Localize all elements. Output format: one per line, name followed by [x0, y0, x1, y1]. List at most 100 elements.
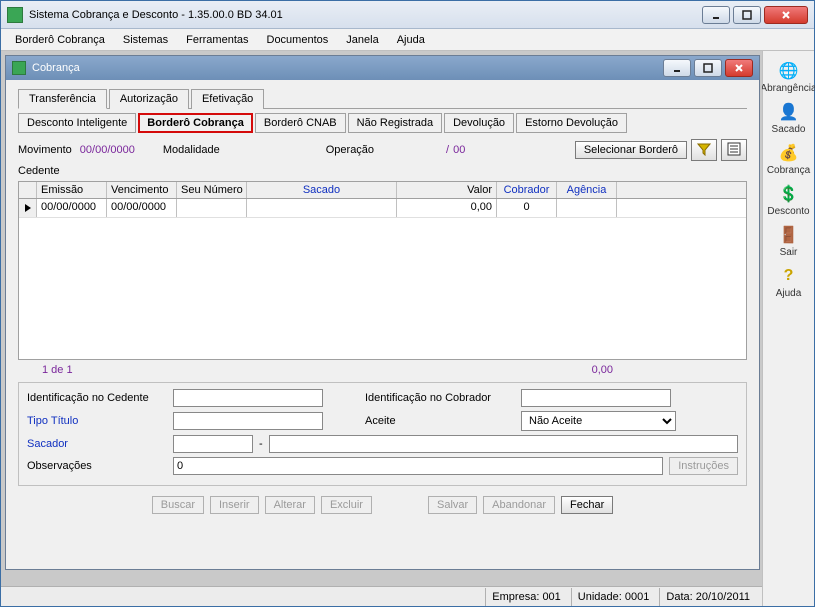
grid-body[interactable]: 00/00/0000 00/00/0000 0,00 0: [19, 199, 746, 359]
abandonar-button: Abandonar: [483, 496, 555, 514]
child-close-button[interactable]: [725, 59, 753, 77]
side-item-cobranca[interactable]: 💰 Cobrança: [767, 143, 811, 176]
fechar-button[interactable]: Fechar: [561, 496, 613, 514]
status-data: Data: 20/10/2011: [659, 588, 756, 606]
exit-icon: 🚪: [779, 225, 799, 245]
sacador-input-a[interactable]: [173, 435, 253, 453]
tab-transferencia[interactable]: Transferência: [18, 89, 107, 109]
status-empresa-value: 001: [542, 591, 560, 603]
status-data-label: Data:: [666, 591, 692, 603]
filter-icon-button[interactable]: [691, 139, 717, 161]
tab2-desconto-inteligente[interactable]: Desconto Inteligente: [18, 113, 136, 133]
col-emissao[interactable]: Emissão: [37, 182, 107, 198]
grid-header: Emissão Vencimento Seu Número Sacado Val…: [19, 182, 746, 199]
menu-documentos[interactable]: Documentos: [259, 31, 337, 49]
child-maximize-button[interactable]: [694, 59, 722, 77]
cell-valor[interactable]: 0,00: [397, 199, 497, 217]
observacoes-input[interactable]: [173, 457, 663, 475]
selecionar-bordero-button[interactable]: Selecionar Borderô: [575, 141, 687, 159]
side-label-abrangencia: Abrangência: [760, 83, 815, 94]
ident-cobrador-label: Identificação no Cobrador: [365, 392, 515, 404]
cell-sacado[interactable]: [247, 199, 397, 217]
child-minimize-button[interactable]: [663, 59, 691, 77]
status-bar: Empresa: 001 Unidade: 0001 Data: 20/10/2…: [1, 586, 762, 606]
ident-cobrador-input[interactable]: [521, 389, 671, 407]
status-data-value: 20/10/2011: [696, 591, 750, 603]
child-body: Transferência Autorização Efetivação Des…: [6, 80, 759, 569]
operacao-value: 00: [453, 144, 465, 156]
aceite-select[interactable]: Não Aceite: [521, 411, 676, 431]
status-unidade-value: 0001: [625, 591, 649, 603]
bottom-button-bar: Buscar Inserir Alterar Excluir Salvar Ab…: [18, 496, 747, 514]
side-label-desconto: Desconto: [767, 206, 809, 217]
cell-seu-numero[interactable]: [177, 199, 247, 217]
status-unidade-label: Unidade:: [578, 591, 622, 603]
operacao-sep: /: [446, 144, 449, 156]
cell-cobrador[interactable]: 0: [497, 199, 557, 217]
totals-count: 1 de 1: [22, 364, 362, 376]
info-row: Movimento 00/00/0000 Modalidade Operação…: [18, 139, 747, 161]
side-label-ajuda: Ajuda: [776, 288, 802, 299]
cell-vencimento[interactable]: 00/00/0000: [107, 199, 177, 217]
maximize-button[interactable]: [733, 6, 761, 24]
tab-autorizacao[interactable]: Autorização: [109, 89, 189, 109]
ident-cedente-input[interactable]: [173, 389, 323, 407]
mdi-area: Cobrança Transferência Autorização Efeti…: [1, 51, 762, 606]
minimize-button[interactable]: [702, 6, 730, 24]
side-label-sair: Sair: [780, 247, 798, 258]
tab-efetivacao[interactable]: Efetivação: [191, 89, 264, 109]
data-grid: Emissão Vencimento Seu Número Sacado Val…: [18, 181, 747, 360]
side-toolbar: 🌐 Abrangência 👤 Sacado 💰 Cobrança 💲 Desc…: [762, 51, 814, 606]
movimento-label: Movimento: [18, 144, 72, 156]
tab2-bordero-cobranca[interactable]: Borderô Cobrança: [138, 113, 253, 133]
menu-ferramentas[interactable]: Ferramentas: [178, 31, 256, 49]
side-item-desconto[interactable]: 💲 Desconto: [767, 184, 811, 217]
app-title: Sistema Cobrança e Desconto - 1.35.00.0 …: [29, 9, 702, 21]
status-unidade: Unidade: 0001: [571, 588, 656, 606]
side-item-sacado[interactable]: 👤 Sacado: [767, 102, 811, 135]
list-icon: [727, 142, 741, 159]
tab2-bordero-cnab[interactable]: Borderô CNAB: [255, 113, 346, 133]
menu-bordero[interactable]: Borderô Cobrança: [7, 31, 113, 49]
tab2-devolucao[interactable]: Devolução: [444, 113, 514, 133]
col-vencimento[interactable]: Vencimento: [107, 182, 177, 198]
excluir-button: Excluir: [321, 496, 372, 514]
main-window: Sistema Cobrança e Desconto - 1.35.00.0 …: [0, 0, 815, 607]
menu-janela[interactable]: Janela: [338, 31, 386, 49]
grid-row[interactable]: 00/00/0000 00/00/0000 0,00 0: [19, 199, 746, 218]
close-button[interactable]: [764, 6, 808, 24]
caret-right-icon: [24, 204, 32, 212]
money-icon: 💰: [779, 143, 799, 163]
modalidade-label: Modalidade: [163, 144, 220, 156]
side-label-cobranca: Cobrança: [767, 165, 810, 176]
instrucoes-button: Instruções: [669, 457, 738, 475]
cell-emissao[interactable]: 00/00/0000: [37, 199, 107, 217]
col-valor[interactable]: Valor: [397, 182, 497, 198]
col-seu-numero[interactable]: Seu Número: [177, 182, 247, 198]
menu-ajuda[interactable]: Ajuda: [389, 31, 433, 49]
tab2-estorno-devolucao[interactable]: Estorno Devolução: [516, 113, 627, 133]
col-cobrador[interactable]: Cobrador: [497, 182, 557, 198]
list-icon-button[interactable]: [721, 139, 747, 161]
cedente-row: Cedente: [18, 165, 747, 177]
person-icon: 👤: [779, 102, 799, 122]
salvar-button: Salvar: [428, 496, 477, 514]
discount-icon: 💲: [779, 184, 799, 204]
tipo-titulo-input[interactable]: [173, 412, 323, 430]
tipo-titulo-label[interactable]: Tipo Título: [27, 415, 167, 427]
col-sacado[interactable]: Sacado: [247, 182, 397, 198]
help-icon: ?: [779, 266, 799, 286]
cell-agencia[interactable]: [557, 199, 617, 217]
sacador-input-b[interactable]: [269, 435, 738, 453]
operacao-label: Operação: [326, 144, 374, 156]
menu-sistemas[interactable]: Sistemas: [115, 31, 176, 49]
side-item-abrangencia[interactable]: 🌐 Abrangência: [767, 61, 811, 94]
buscar-button: Buscar: [152, 496, 204, 514]
cedente-label: Cedente: [18, 165, 60, 177]
child-title: Cobrança: [32, 62, 663, 74]
sacador-label[interactable]: Sacador: [27, 438, 167, 450]
side-item-sair[interactable]: 🚪 Sair: [767, 225, 811, 258]
col-agencia[interactable]: Agência: [557, 182, 617, 198]
side-item-ajuda[interactable]: ? Ajuda: [767, 266, 811, 299]
tab2-nao-registrada[interactable]: Não Registrada: [348, 113, 442, 133]
